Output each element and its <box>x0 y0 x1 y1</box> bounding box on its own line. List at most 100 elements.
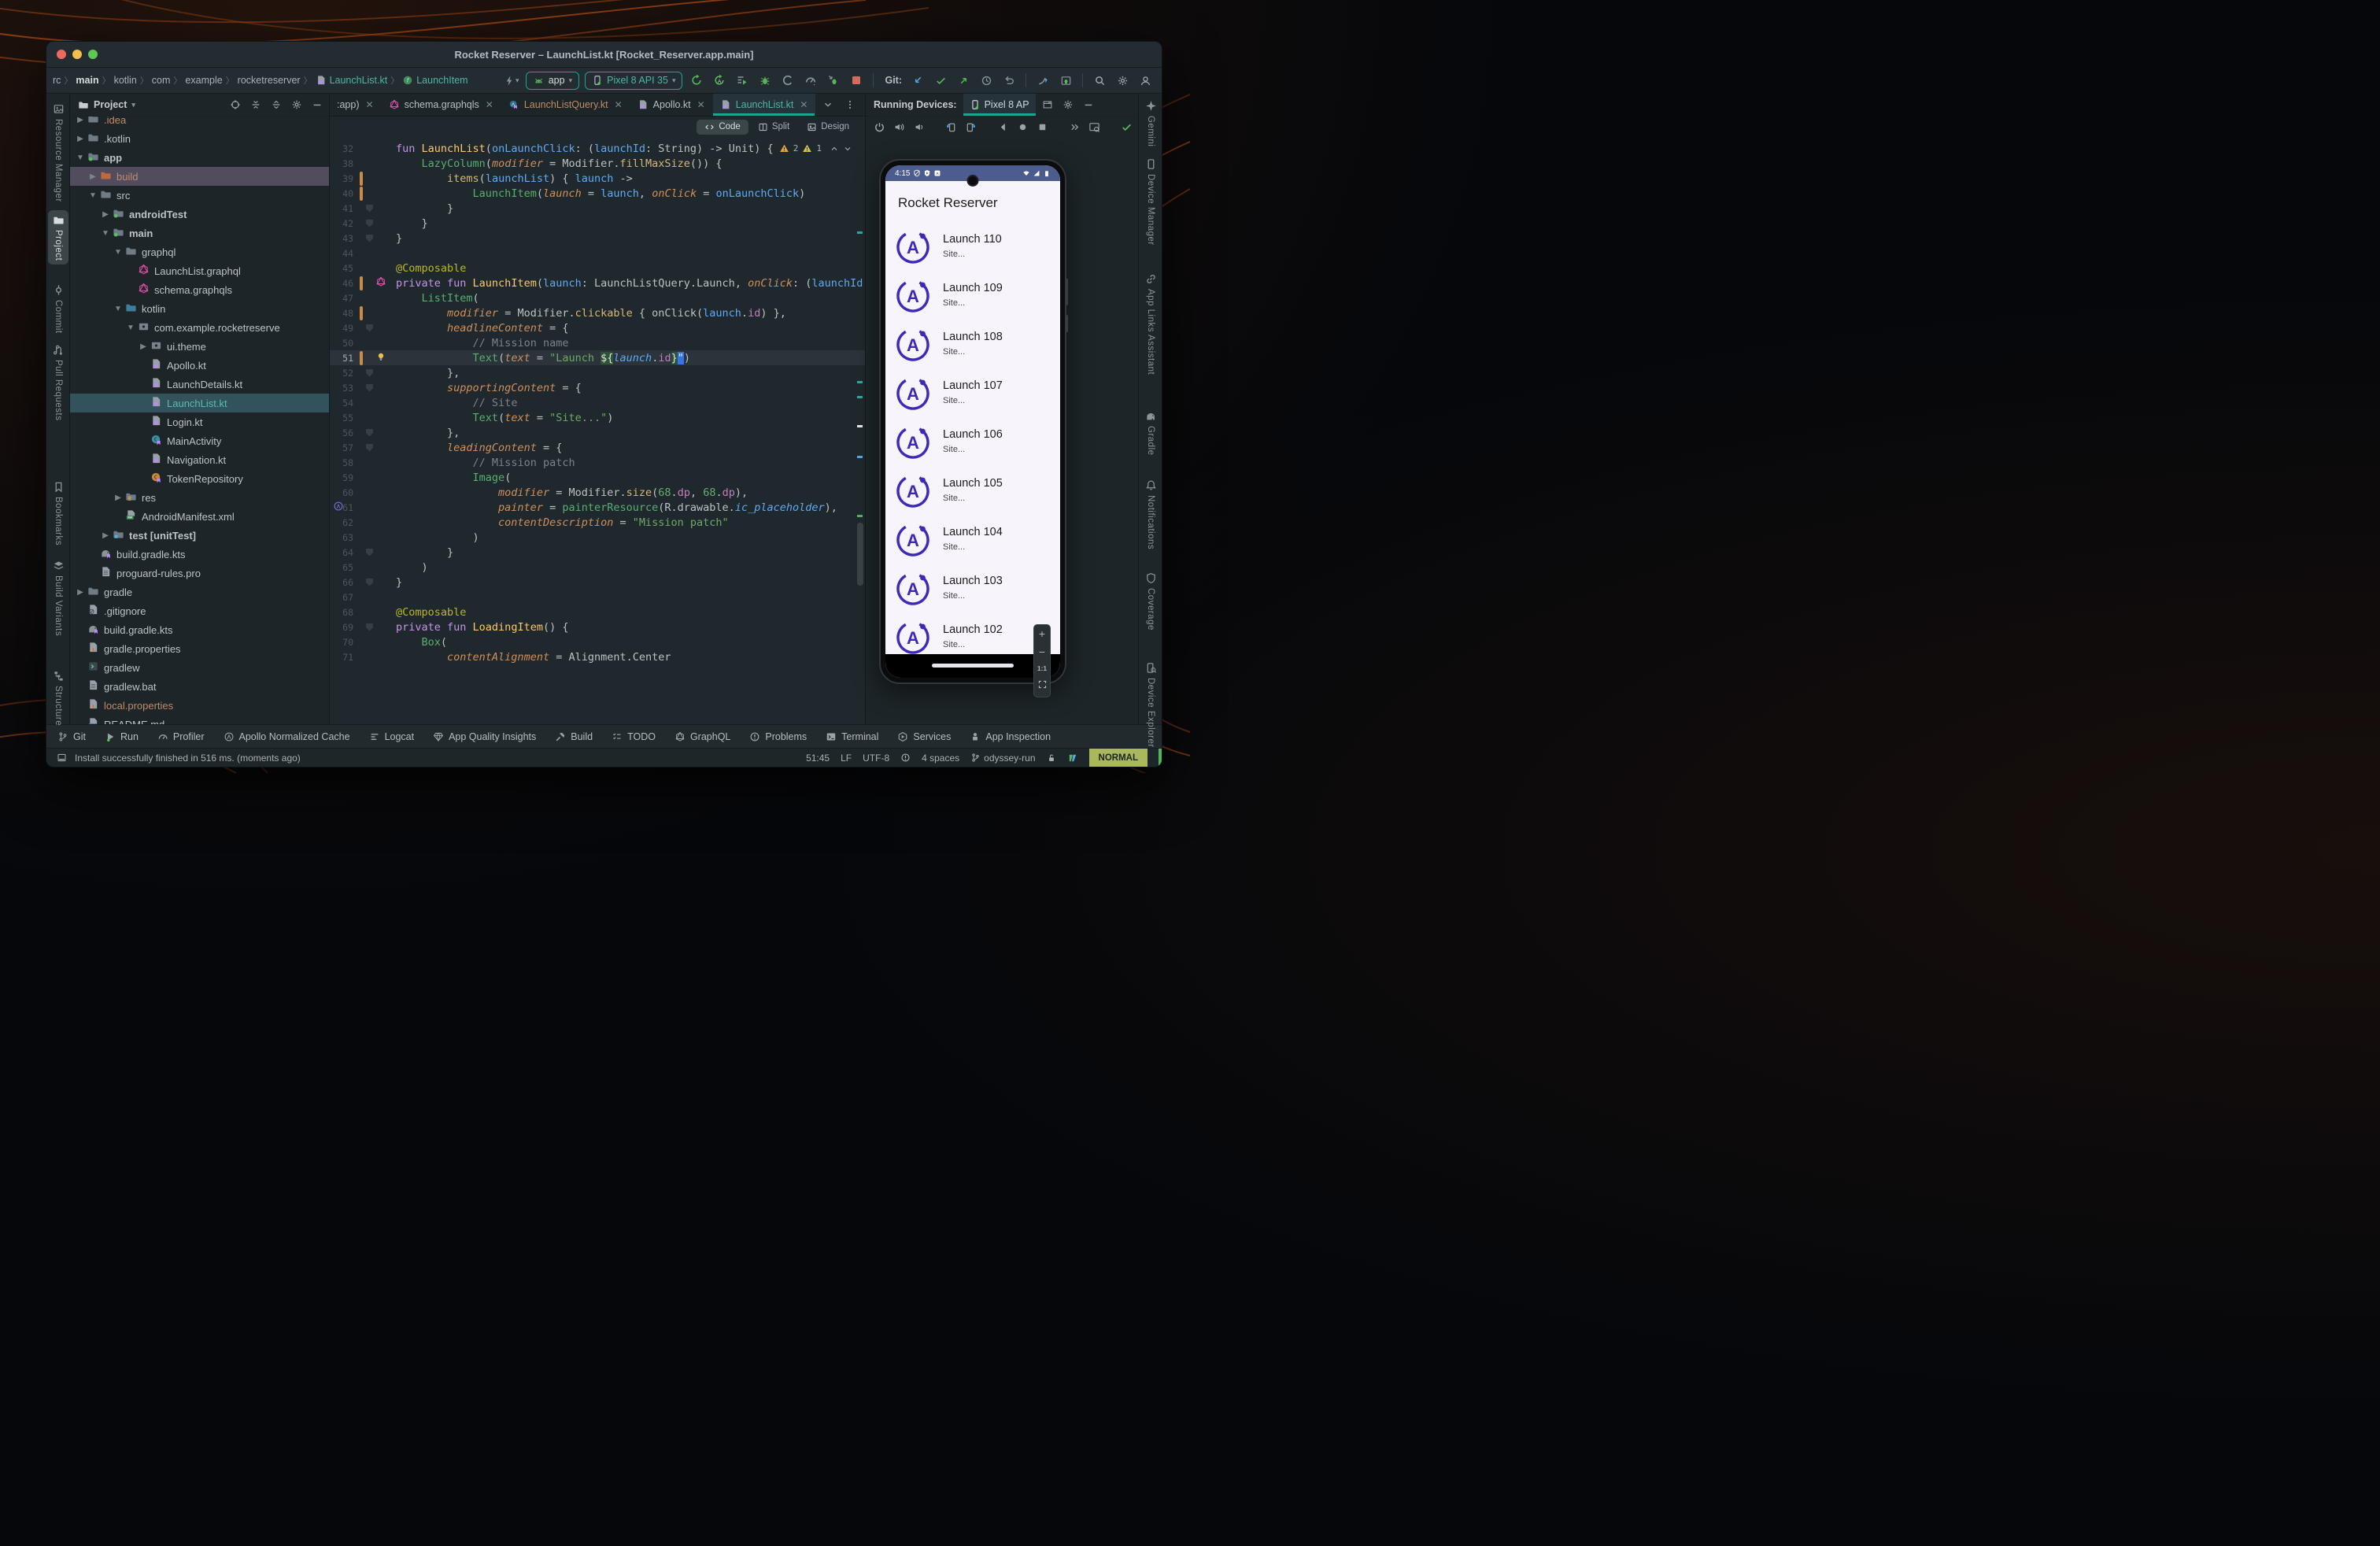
view-mode-split[interactable]: Split <box>750 120 797 135</box>
tool-stripe-resource-manager[interactable]: Resource Manager <box>46 103 70 202</box>
code-line-40[interactable]: 40 LaunchItem(launch = launch, onClick =… <box>330 186 865 201</box>
tree-item-src[interactable]: ▼src <box>70 186 329 205</box>
editor-scrollbar[interactable] <box>857 523 863 586</box>
readonly-toggle[interactable] <box>1047 753 1056 763</box>
ai-assist-button[interactable] <box>1034 72 1051 89</box>
fold-marker-icon[interactable] <box>366 623 373 631</box>
close-tab-icon[interactable]: ✕ <box>615 99 623 110</box>
launch-list-item[interactable]: ALaunch 109Site... <box>885 272 1060 321</box>
code-line-63[interactable]: 63 ) <box>330 530 865 545</box>
rollback-button[interactable] <box>1000 72 1018 89</box>
breadcrumb-item[interactable]: LaunchList.kt <box>314 74 390 87</box>
locate-file-button[interactable] <box>228 98 242 112</box>
history-button[interactable] <box>978 72 995 89</box>
volume-down-button[interactable] <box>913 118 925 135</box>
git-push-button[interactable] <box>955 72 972 89</box>
editor-tab-launchlist.kt[interactable]: LaunchList.kt✕ <box>713 94 816 116</box>
account-button[interactable] <box>1136 72 1154 89</box>
tree-expand-arrow[interactable]: ▼ <box>113 248 123 257</box>
code-line-39[interactable]: 39 items(launchList) { launch -> <box>330 171 865 186</box>
tree-collapse-arrow[interactable]: ▶ <box>76 588 85 597</box>
tree-item-com.example.rocketreserve[interactable]: ▼com.example.rocketreserve <box>70 318 329 337</box>
code-line-71[interactable]: 71 contentAlignment = Alignment.Center <box>330 649 865 664</box>
fold-marker-icon[interactable] <box>366 369 373 377</box>
tree-item-.gitignore[interactable]: .gitignore <box>70 601 329 620</box>
tree-item-launchlist.graphql[interactable]: LaunchList.graphql <box>70 261 329 280</box>
toolwindow-button-problems[interactable]: Problems <box>749 731 807 742</box>
zoom-fit-button[interactable] <box>1037 679 1048 693</box>
close-tab-icon[interactable]: ✕ <box>366 99 374 110</box>
fold-marker-icon[interactable] <box>366 429 373 437</box>
toolwindow-button-logcat[interactable]: Logcat <box>369 731 415 742</box>
tool-stripe-bookmarks[interactable]: Bookmarks <box>46 481 70 546</box>
indent-setting[interactable]: 4 spaces <box>922 753 959 764</box>
line-separator[interactable]: LF <box>841 753 852 764</box>
home-button[interactable] <box>1017 118 1029 135</box>
code-line-60[interactable]: 60 modifier = Modifier.size(68.dp, 68.dp… <box>330 485 865 500</box>
tree-item-gradle.properties[interactable]: gradle.properties <box>70 639 329 658</box>
view-mode-code[interactable]: Code <box>697 120 748 135</box>
rotate-right-button[interactable] <box>965 118 977 135</box>
code-line-62[interactable]: 62 contentDescription = "Mission patch" <box>330 515 865 530</box>
search-button[interactable] <box>1091 72 1108 89</box>
fold-marker-icon[interactable] <box>366 220 373 227</box>
tree-item-.kotlin[interactable]: ▶.kotlin <box>70 129 329 148</box>
editor-tab-schema.graphqls[interactable]: schema.graphqls✕ <box>382 94 501 116</box>
launch-list-item[interactable]: ALaunch 105Site... <box>885 468 1060 516</box>
collapse-all-button[interactable] <box>269 98 283 112</box>
code-line-41[interactable]: 41 } <box>330 201 865 216</box>
code-line-47[interactable]: 47 ListItem( <box>330 290 865 305</box>
tool-stripe-structure[interactable]: Structure <box>46 670 70 726</box>
toolwindow-button-app-inspection[interactable]: App Inspection <box>970 731 1051 742</box>
tree-item-res[interactable]: ▶res <box>70 488 329 507</box>
tree-item-gradlew.bat[interactable]: gradlew.bat <box>70 677 329 696</box>
tree-expand-arrow[interactable]: ▼ <box>113 305 123 313</box>
code-line-54[interactable]: 54 // Site <box>330 395 865 410</box>
tree-item-graphql[interactable]: ▼graphql <box>70 242 329 261</box>
tree-item-test-unittest-[interactable]: ▶test [unitTest] <box>70 526 329 545</box>
tree-expand-arrow[interactable]: ▼ <box>101 229 110 238</box>
new-tab-button[interactable] <box>1040 98 1055 112</box>
git-branch[interactable]: odyssey-run <box>970 753 1035 764</box>
run-with-coverage-button[interactable]: A <box>711 72 728 89</box>
apply-changes-button[interactable] <box>734 72 751 89</box>
fold-marker-icon[interactable] <box>366 324 373 332</box>
tree-collapse-arrow[interactable]: ▶ <box>113 494 123 502</box>
inspection-status-icon[interactable] <box>900 753 911 763</box>
stop-button[interactable] <box>848 72 865 89</box>
tool-stripe-build-variants[interactable]: Build Variants <box>46 560 70 636</box>
code-line-32[interactable]: 32fun LaunchList(onLaunchClick: (launchI… <box>330 141 865 156</box>
code-line-57[interactable]: 57 leadingContent = { <box>330 440 865 455</box>
power-button[interactable] <box>874 118 885 135</box>
toolwindow-button-services[interactable]: Services <box>897 731 951 742</box>
tool-stripe-pull-requests[interactable]: Pull Requests <box>46 344 70 420</box>
tool-stripe-device-manager[interactable]: Device Manager <box>1139 158 1162 246</box>
back-button[interactable] <box>997 118 1009 135</box>
editor-tab-launchlistquery.kt[interactable]: LaunchListQuery.kt✕ <box>501 94 630 116</box>
tool-stripe-commit[interactable]: Commit <box>46 284 70 334</box>
code-line-55[interactable]: 55 Text(text = "Site...") <box>330 410 865 425</box>
inspections-widget[interactable]: 21 <box>779 143 852 153</box>
launch-list-item[interactable]: ALaunch 103Site... <box>885 565 1060 614</box>
gear-button[interactable] <box>1114 72 1131 89</box>
code-line-48[interactable]: 48 modifier = Modifier.clickable { onCli… <box>330 305 865 320</box>
breadcrumb-item[interactable]: com <box>150 74 172 87</box>
zoom-actual-size-button[interactable]: 1:1 <box>1037 664 1047 672</box>
fold-marker-icon[interactable] <box>366 384 373 392</box>
tree-item-gradle[interactable]: ▶gradle <box>70 583 329 601</box>
code-line-68[interactable]: 68@Composable <box>330 605 865 620</box>
launch-list-item[interactable]: ALaunch 110Site... <box>885 224 1060 272</box>
tree-collapse-arrow[interactable]: ▶ <box>76 117 85 124</box>
code-line-50[interactable]: 50 // Mission name <box>330 335 865 350</box>
recents-button[interactable] <box>1037 118 1048 135</box>
rotate-left-button[interactable] <box>945 118 957 135</box>
tool-stripe-gemini[interactable]: Gemini <box>1139 100 1162 146</box>
diff-window-button[interactable] <box>1057 72 1074 89</box>
deploy-status-icon[interactable] <box>1121 118 1133 135</box>
tree-item-mainactivity[interactable]: CMainActivity <box>70 431 329 450</box>
ideavim-icon[interactable] <box>1067 753 1078 764</box>
toolwindow-button-graphql[interactable]: GraphQL <box>674 731 730 742</box>
fold-marker-icon[interactable] <box>366 444 373 452</box>
code-line-53[interactable]: 53 supportingContent = { <box>330 380 865 395</box>
code-line-67[interactable]: 67 <box>330 590 865 605</box>
